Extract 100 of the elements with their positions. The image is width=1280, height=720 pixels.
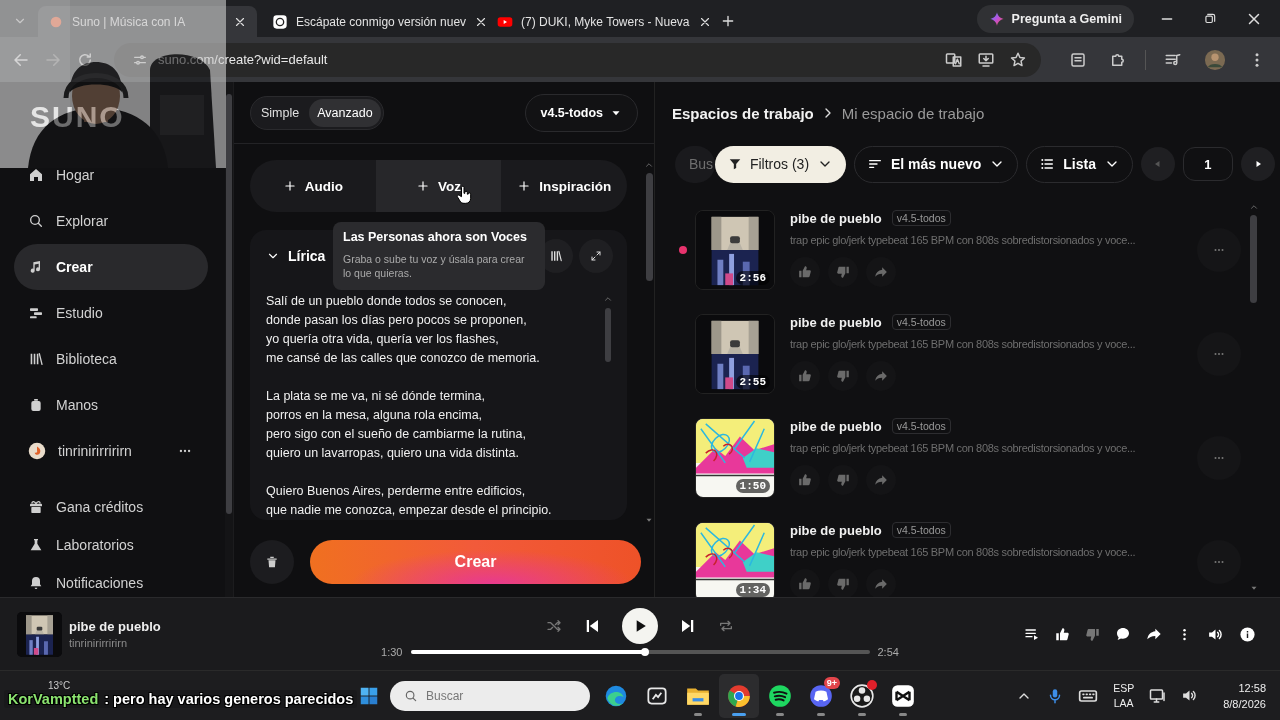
comment-icon[interactable] — [1115, 626, 1131, 642]
dislike-button[interactable] — [828, 569, 858, 597]
dislike-button[interactable] — [828, 361, 858, 391]
taskbar-button[interactable]: 9+ — [801, 673, 841, 718]
sidebar-item[interactable]: Explorar — [14, 198, 208, 244]
avatar-icon[interactable] — [1204, 48, 1226, 71]
clock-time[interactable]: 12:58 — [1238, 679, 1266, 696]
thumbs-up-icon[interactable] — [1055, 626, 1070, 642]
thumbs-down-icon[interactable] — [1085, 626, 1100, 642]
bell-icon — [28, 575, 44, 591]
plus-icon[interactable] — [720, 13, 736, 29]
song-description: trap epic glo/jerk typebeat 165 BPM con 808s sobredistorsionados y voce... — [790, 338, 1137, 350]
song-title[interactable]: pibe de pueblo — [790, 522, 882, 538]
duration-label: 1:50 — [735, 479, 770, 493]
clock-date[interactable]: 8/8/2026 — [1223, 695, 1266, 712]
song-title[interactable]: pibe de pueblo — [790, 418, 882, 434]
dislike-button[interactable] — [828, 257, 858, 287]
lyrics-stanza: La plata se me va, ni sé dónde termina, porros en la mesa, alguna rola encima, pero sigo con el sueño de cambiarme la rutina, quiero un lavarropas, quiero una vida distinta. — [266, 388, 527, 462]
taskbar-button[interactable] — [719, 673, 759, 718]
thumbs-down-icon — [836, 369, 850, 383]
queue-icon[interactable] — [1024, 626, 1040, 642]
reload-icon[interactable] — [76, 50, 94, 69]
sidebar-item[interactable]: Notificaciones — [14, 564, 208, 597]
play-button[interactable] — [622, 608, 658, 644]
song-title[interactable]: pibe de pueblo — [790, 210, 882, 226]
filter-button[interactable]: Filtros (3) — [715, 145, 846, 183]
song-title[interactable]: pibe de pueblo — [790, 314, 882, 330]
progress-track[interactable] — [410, 650, 870, 654]
like-button[interactable] — [790, 257, 820, 287]
add-button[interactable]: Audio — [250, 160, 376, 212]
repeat-icon[interactable] — [718, 618, 734, 634]
reader-icon[interactable] — [1069, 50, 1087, 69]
logo[interactable]: SUNO — [14, 82, 211, 152]
search-field[interactable]: Bus — [675, 145, 715, 183]
progress-knob[interactable] — [640, 648, 649, 656]
scrollbar-thumb[interactable] — [645, 173, 653, 281]
share-button[interactable] — [866, 569, 896, 597]
share-icon[interactable] — [1146, 626, 1162, 642]
elapsed-time: 1:30 — [381, 646, 403, 658]
lyrics-toggle[interactable]: Lírica — [266, 248, 326, 264]
like-button[interactable] — [790, 361, 820, 391]
breadcrumb-link[interactable]: Mi espacio de trabajo — [841, 104, 985, 122]
share-icon — [874, 369, 888, 383]
tooltip-title: Las Personas ahora son Voces — [343, 230, 528, 244]
artist-name[interactable]: tinrinirirririrn — [69, 637, 161, 649]
restore-icon[interactable] — [1203, 11, 1217, 26]
editor-app-icon — [890, 682, 916, 709]
taskbar-search-field[interactable]: Buscar — [390, 680, 590, 711]
like-button[interactable] — [790, 465, 820, 495]
version-tag: v4.5-todos — [891, 210, 951, 226]
scrollbar-thumb[interactable] — [1250, 215, 1257, 303]
sidebar-item[interactable]: Gana créditos — [14, 488, 208, 526]
expand-button[interactable] — [579, 239, 613, 273]
assistant-button[interactable]: Pregunta a Gemini — [976, 5, 1134, 33]
song-description: trap epic glo/jerk typebeat 165 BPM con 808s sobredistorsionados y voce... — [790, 546, 1137, 558]
share-icon — [874, 473, 888, 487]
plus-icon — [517, 179, 532, 193]
sidebar-item[interactable]: tinrinirirririrn — [14, 428, 208, 474]
like-button[interactable] — [790, 569, 820, 597]
knot-icon — [272, 13, 288, 30]
sidebar-item[interactable]: Biblioteca — [14, 336, 208, 382]
delete-button[interactable] — [250, 540, 294, 584]
model-dropdown[interactable]: v4.5-todos — [525, 93, 638, 132]
version-tag: v4.5-todos — [891, 418, 951, 434]
info-icon[interactable] — [1239, 625, 1256, 643]
star-icon[interactable] — [1009, 50, 1027, 69]
sidebar-item[interactable]: Estudio — [14, 290, 208, 336]
sidebar-item[interactable]: Hogar — [14, 152, 208, 198]
share-button[interactable] — [866, 465, 896, 495]
share-icon — [874, 265, 888, 279]
install-icon[interactable] — [977, 50, 995, 69]
browser-tab[interactable]: Escápate conmigo versión nuev — [262, 6, 482, 37]
duration-label: 2:56 — [735, 271, 770, 285]
mode-tab[interactable]: Avanzado — [309, 98, 381, 127]
share-button[interactable] — [866, 361, 896, 391]
shuffle-icon[interactable] — [546, 618, 562, 634]
address-bar[interactable]: suno.com/create?wid=default — [114, 42, 1041, 77]
browser-tab[interactable]: (7) DUKI, Myke Towers - Nueva — [487, 6, 707, 37]
create-button[interactable]: Crear — [310, 540, 641, 584]
chat-message: : pero hay varios generos parecidos — [104, 691, 354, 707]
sidebar-item[interactable]: Crear — [14, 244, 208, 290]
mode-tab[interactable]: Simple — [253, 98, 308, 127]
add-button[interactable]: Voz — [375, 160, 502, 212]
sidebar-item[interactable]: Laboratorios — [14, 526, 208, 564]
song-description: trap epic glo/jerk typebeat 165 BPM con 808s sobredistorsionados y voce... — [790, 234, 1137, 246]
weather-temperature[interactable]: 13°C — [48, 679, 71, 691]
language-indicator[interactable]: ESP — [1113, 680, 1135, 696]
breadcrumb-link[interactable]: Espacios de trabajo — [672, 104, 814, 122]
dislike-button[interactable] — [828, 465, 858, 495]
track-title[interactable]: pibe de pueblo — [69, 619, 161, 634]
network-icon[interactable] — [1149, 686, 1168, 705]
share-button[interactable] — [866, 257, 896, 287]
scrollbar-thumb[interactable] — [605, 308, 611, 362]
scrollbar-thumb[interactable] — [226, 94, 232, 514]
translate-icon[interactable] — [945, 50, 963, 69]
mode-switch[interactable]: Simple Avanzado — [250, 95, 384, 130]
sidebar-item[interactable]: Manos — [14, 382, 208, 428]
add-button[interactable]: Inspiración — [501, 160, 627, 212]
language-indicator[interactable]: LAA — [1113, 695, 1134, 711]
song-description: trap epic glo/jerk typebeat 165 BPM con 808s sobredistorsionados y voce... — [790, 442, 1137, 454]
